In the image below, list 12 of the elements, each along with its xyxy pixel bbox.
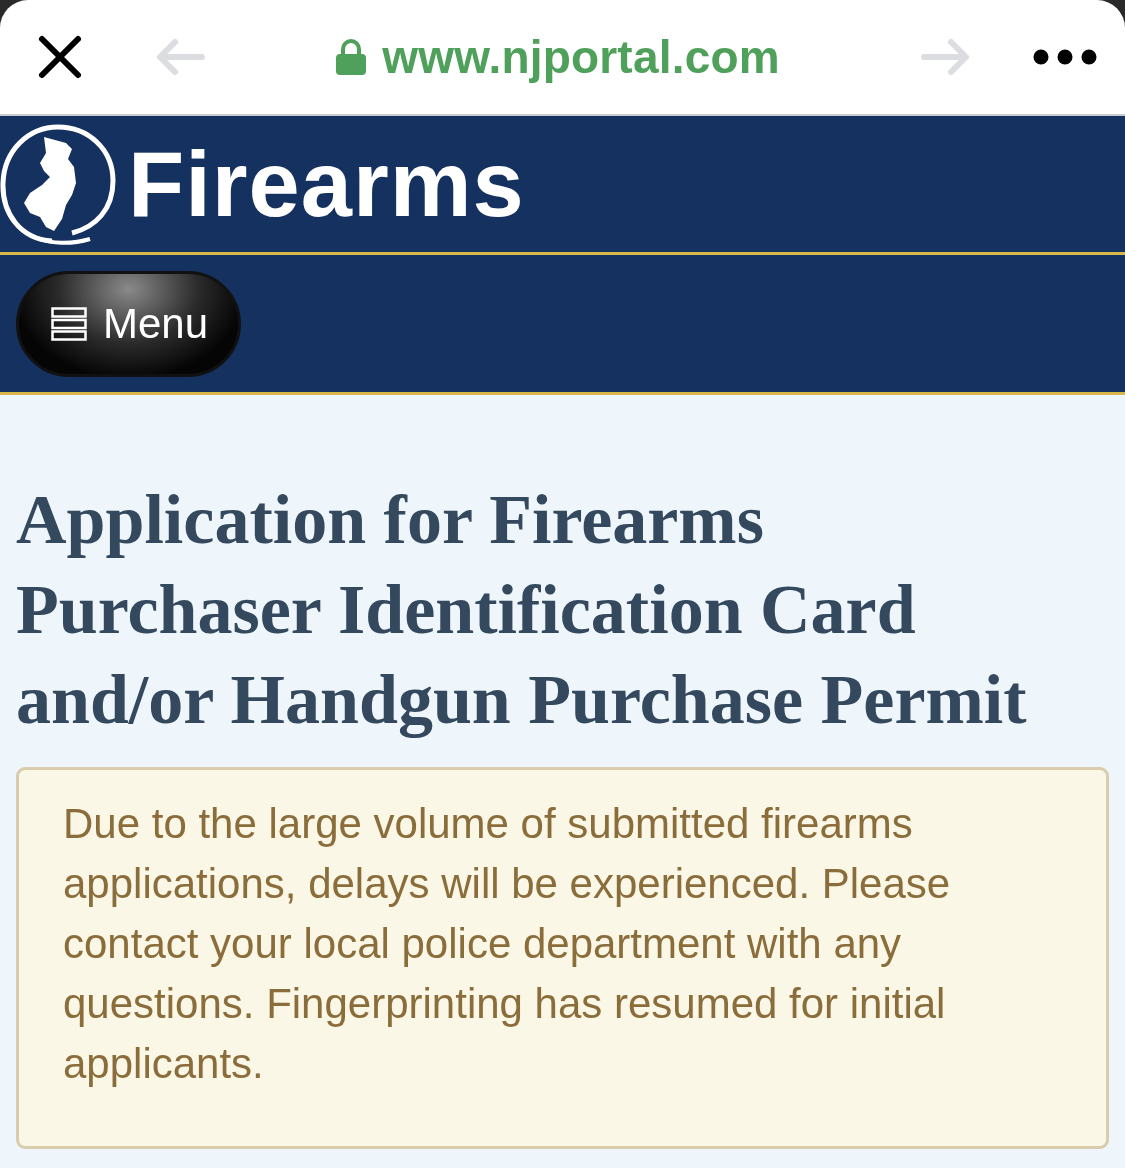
more-button[interactable] [1033,49,1097,65]
close-icon [37,34,83,80]
page-heading: Application for Firearms Purchaser Identification Card and/or Handgun Purchase Permit [16,480,1028,740]
close-button[interactable] [37,34,83,80]
left-arrow-icon [155,37,205,77]
site-title: Firearms [128,138,525,230]
right-arrow-icon [921,37,971,77]
notice-alert: Due to the large volume of submitted firearms applications, delays will be experienced. Please contact your local police department with any questions. Fingerprinting has resumed for initial applicants. [16,767,1109,1149]
more-dots-icon [1033,49,1097,65]
menu-button[interactable]: Menu [16,270,241,377]
state-outline-logo-icon [0,123,118,245]
menu-icon [51,306,87,341]
